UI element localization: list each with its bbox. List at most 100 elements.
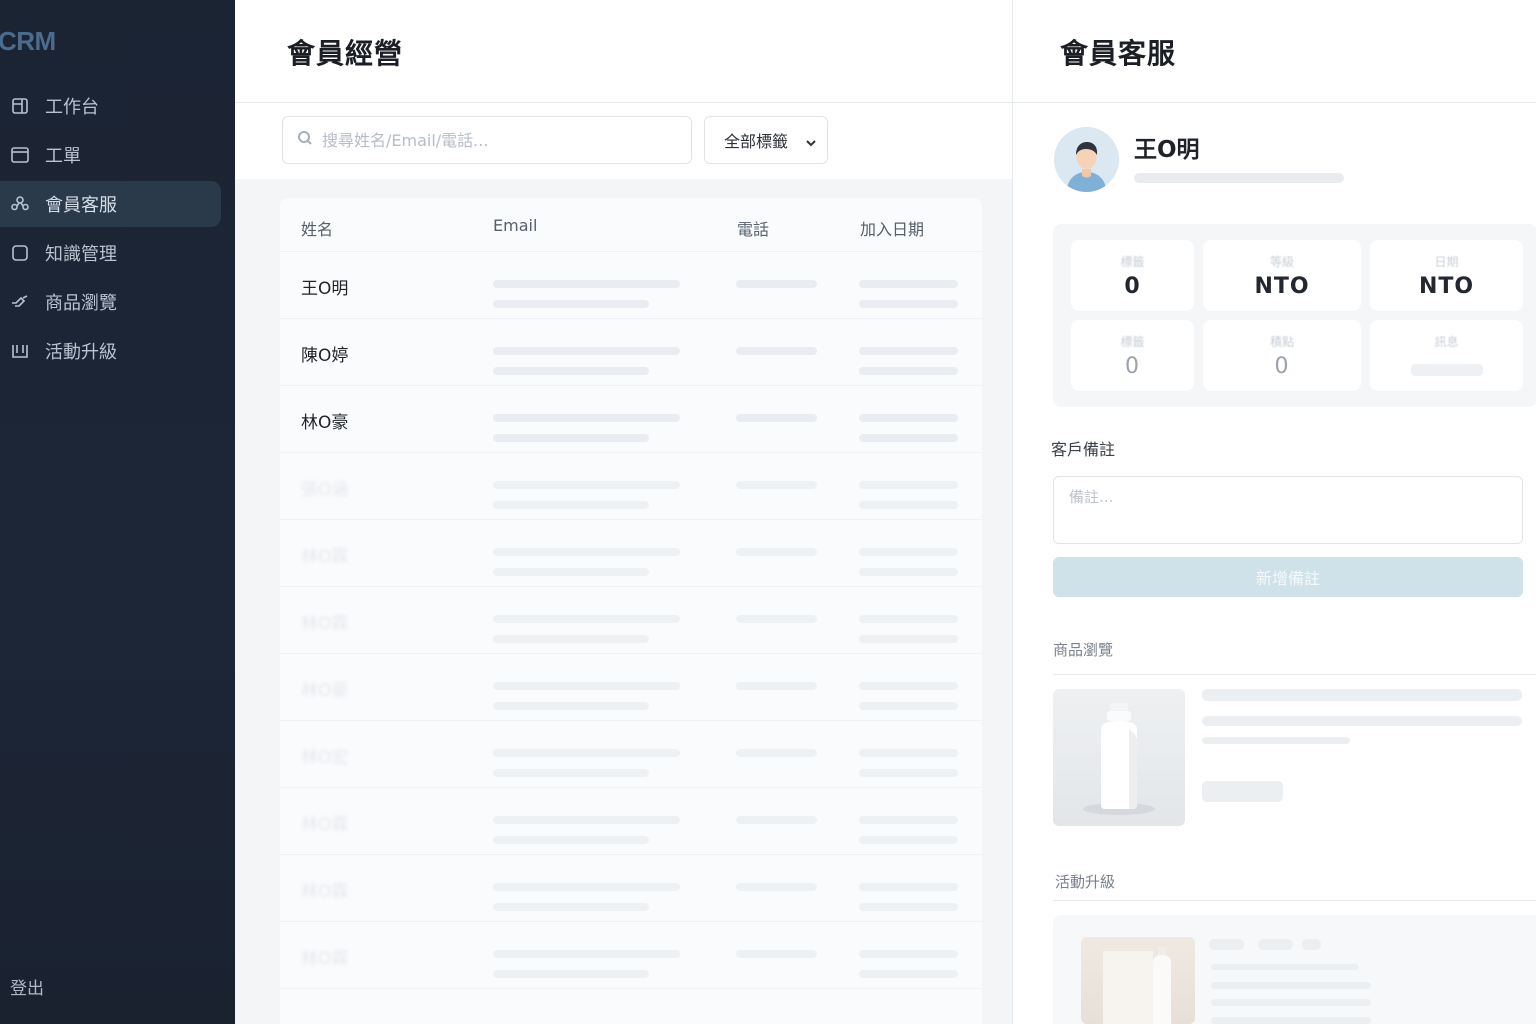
cell-placeholder	[859, 970, 958, 978]
product-price-placeholder	[1202, 781, 1283, 802]
stat-value: 0	[1274, 354, 1290, 379]
table-body: 王O明 陳O婷 林O豪 張O涵 林O霖 林O霖 林O豪 林O宏 林O霖 林O霖 林O霖	[280, 252, 982, 989]
table-header: 姓名 Email 電話 加入日期	[280, 198, 982, 252]
product-image[interactable]	[1053, 689, 1185, 826]
table-row[interactable]: 林O豪	[280, 654, 982, 721]
cell-placeholder	[859, 635, 958, 643]
members-icon	[10, 194, 30, 214]
stat-card: 標籤 0	[1071, 320, 1194, 391]
tag-filter-value: 全部標籤	[724, 132, 789, 151]
cell-placeholder	[736, 481, 817, 489]
cell-placeholder	[493, 682, 680, 690]
cell-placeholder	[859, 548, 958, 556]
cell-placeholder	[736, 414, 817, 422]
member-name: 王O明	[1134, 137, 1200, 163]
product-desc-placeholder	[1202, 737, 1350, 744]
event-tag-placeholder	[1302, 939, 1321, 950]
event-text-placeholder	[1211, 982, 1371, 989]
sidebar-item-dashboard[interactable]: 工作台	[0, 83, 235, 129]
product-section-label: 商品瀏覽	[1053, 641, 1114, 659]
sidebar-nav: 工作台 工單 會員客服 知識管理 商品瀏覽 活動升級	[0, 83, 235, 377]
cell-placeholder	[493, 950, 680, 958]
logout-link[interactable]: 登出	[10, 974, 44, 999]
cell-placeholder	[736, 615, 817, 623]
stat-value: 0	[1125, 354, 1140, 379]
cell-placeholder	[859, 300, 958, 308]
table-row[interactable]: 林O宏	[280, 721, 982, 788]
stat-card: 訊息	[1370, 320, 1523, 391]
event-text-placeholder	[1211, 1017, 1371, 1024]
brand-logo: CRM	[0, 26, 56, 56]
member-stats: 標籤 0 等級 NTO 日期 NTO 標籤 0 積點 0 訊息	[1053, 224, 1536, 407]
ticket-icon	[10, 145, 30, 165]
knowledge-icon	[10, 243, 30, 263]
notes-textarea[interactable]	[1069, 486, 1507, 534]
event-image	[1081, 937, 1195, 1024]
sidebar-item-tickets[interactable]: 工單	[0, 132, 235, 178]
table-row[interactable]: 林O霖	[280, 788, 982, 855]
stat-card: 日期 NTO	[1370, 240, 1523, 311]
cell-placeholder	[859, 836, 958, 844]
cell-placeholder	[736, 682, 817, 690]
column-header-phone[interactable]: 電話	[737, 216, 769, 240]
table-row[interactable]: 林O霖	[280, 855, 982, 922]
notes-label: 客戶備註	[1051, 440, 1116, 459]
member-name-cell: 林O霖	[301, 547, 349, 567]
sidebar-item-products[interactable]: 商品瀏覽	[0, 279, 235, 325]
sidebar-item-member-service[interactable]: 會員客服	[0, 181, 221, 227]
avatar	[1054, 127, 1119, 192]
member-management-panel: 會員經營 全部標籤 姓名 Email 電話 加入日期 王O明陳O婷林O豪張O涵林…	[235, 0, 1012, 1024]
cell-placeholder	[859, 950, 958, 958]
event-text-placeholder	[1211, 964, 1359, 970]
stat-label: 等級	[1269, 255, 1294, 269]
search-input[interactable]	[322, 130, 682, 150]
member-name-cell: 王O明	[301, 279, 349, 299]
stat-label: 積點	[1269, 335, 1294, 349]
event-icon	[10, 341, 30, 361]
cell-placeholder	[493, 615, 680, 623]
cell-placeholder	[493, 749, 680, 757]
section-divider	[1053, 900, 1536, 901]
progress-section-label: 活動升級	[1055, 873, 1116, 891]
cell-placeholder	[859, 883, 958, 891]
cell-placeholder	[859, 568, 958, 576]
cell-placeholder	[736, 347, 817, 355]
member-name-cell: 林O霖	[301, 949, 349, 969]
member-name-cell: 林O霖	[301, 882, 349, 902]
event-text-placeholder	[1211, 999, 1371, 1006]
event-card[interactable]	[1053, 915, 1536, 1024]
cell-placeholder	[859, 615, 958, 623]
table-row[interactable]: 林O豪	[280, 386, 982, 453]
stat-card: 積點 0	[1203, 320, 1361, 391]
cell-placeholder	[859, 347, 958, 355]
cell-placeholder	[859, 903, 958, 911]
sidebar-item-label: 商品瀏覽	[45, 293, 117, 314]
stat-value: NTO	[1418, 274, 1475, 299]
table-row[interactable]: 陳O婷	[280, 319, 982, 386]
sidebar-item-events[interactable]: 活動升級	[0, 328, 235, 374]
sidebar-item-knowledge[interactable]: 知識管理	[0, 230, 235, 276]
stat-label: 標籤	[1120, 335, 1145, 349]
table-row[interactable]: 張O涵	[280, 453, 982, 520]
cell-placeholder	[493, 883, 680, 891]
cell-placeholder	[493, 347, 680, 355]
add-note-button[interactable]: 新增備註	[1053, 557, 1523, 597]
cell-placeholder	[493, 568, 649, 576]
tag-filter-select[interactable]: 全部標籤	[704, 116, 828, 164]
table-row[interactable]: 王O明	[280, 252, 982, 319]
cell-placeholder	[859, 682, 958, 690]
cell-placeholder	[493, 280, 680, 288]
table-row[interactable]: 林O霖	[280, 520, 982, 587]
column-header-email[interactable]: Email	[493, 216, 537, 235]
cell-placeholder	[493, 548, 680, 556]
table-row[interactable]: 林O霖	[280, 587, 982, 654]
column-header-join-date[interactable]: 加入日期	[860, 216, 924, 240]
column-header-name[interactable]: 姓名	[301, 216, 333, 240]
table-row[interactable]: 林O霖	[280, 922, 982, 989]
stat-value: NTO	[1254, 274, 1310, 299]
search-icon	[297, 130, 322, 150]
cell-placeholder	[859, 280, 958, 288]
member-name-cell: 林O霖	[301, 614, 349, 634]
sidebar-item-label: 會員客服	[45, 195, 117, 216]
product-desc-placeholder	[1202, 716, 1522, 726]
